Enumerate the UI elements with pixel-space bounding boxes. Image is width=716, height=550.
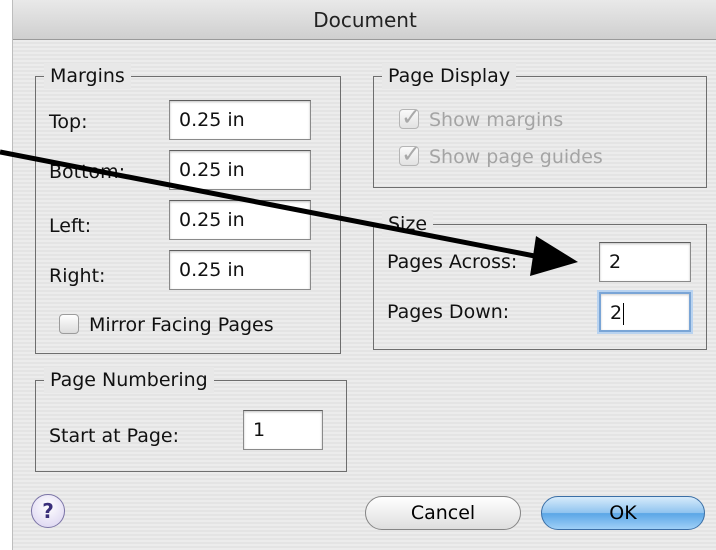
dialog-title: Document	[13, 0, 716, 40]
mirror-facing-pages-label[interactable]: Mirror Facing Pages	[89, 313, 274, 337]
top-label: Top:	[49, 111, 88, 133]
pages-down-field[interactable]: 2	[599, 292, 691, 332]
page-display-group: Page Display	[373, 63, 707, 188]
right-margin-field[interactable]: 0.25 in	[169, 250, 311, 290]
size-legend: Size	[382, 211, 434, 237]
top-margin-field[interactable]: 0.25 in	[169, 100, 311, 140]
pages-across-label: Pages Across:	[387, 251, 518, 273]
show-page-guides-checkbox	[399, 140, 421, 168]
help-icon: ?	[42, 499, 54, 523]
pages-across-field[interactable]: 2	[599, 242, 691, 282]
show-margins-label: Show margins	[429, 109, 564, 131]
cancel-button[interactable]: Cancel	[365, 496, 521, 530]
pages-down-value: 2	[610, 302, 623, 324]
ok-button[interactable]: OK	[541, 496, 705, 530]
right-label: Right:	[49, 265, 106, 287]
show-margins-checkbox	[399, 103, 421, 131]
page-display-legend: Page Display	[382, 63, 517, 89]
bottom-margin-field[interactable]: 0.25 in	[169, 150, 311, 190]
page-numbering-legend: Page Numbering	[44, 367, 214, 393]
mirror-facing-pages-checkbox[interactable]	[59, 314, 79, 334]
margins-legend: Margins	[44, 63, 131, 89]
left-margin-field[interactable]: 0.25 in	[169, 200, 311, 240]
bottom-label: Bottom:	[49, 161, 126, 183]
text-caret	[623, 302, 625, 325]
left-label: Left:	[49, 215, 92, 237]
pages-down-label: Pages Down:	[387, 301, 510, 323]
start-at-page-field[interactable]: 1	[243, 410, 323, 450]
show-page-guides-label: Show page guides	[429, 146, 603, 168]
help-button[interactable]: ?	[31, 494, 65, 528]
start-at-page-label: Start at Page:	[49, 425, 179, 447]
document-dialog: Document Margins Top: 0.25 in Bottom: 0.…	[12, 0, 716, 550]
